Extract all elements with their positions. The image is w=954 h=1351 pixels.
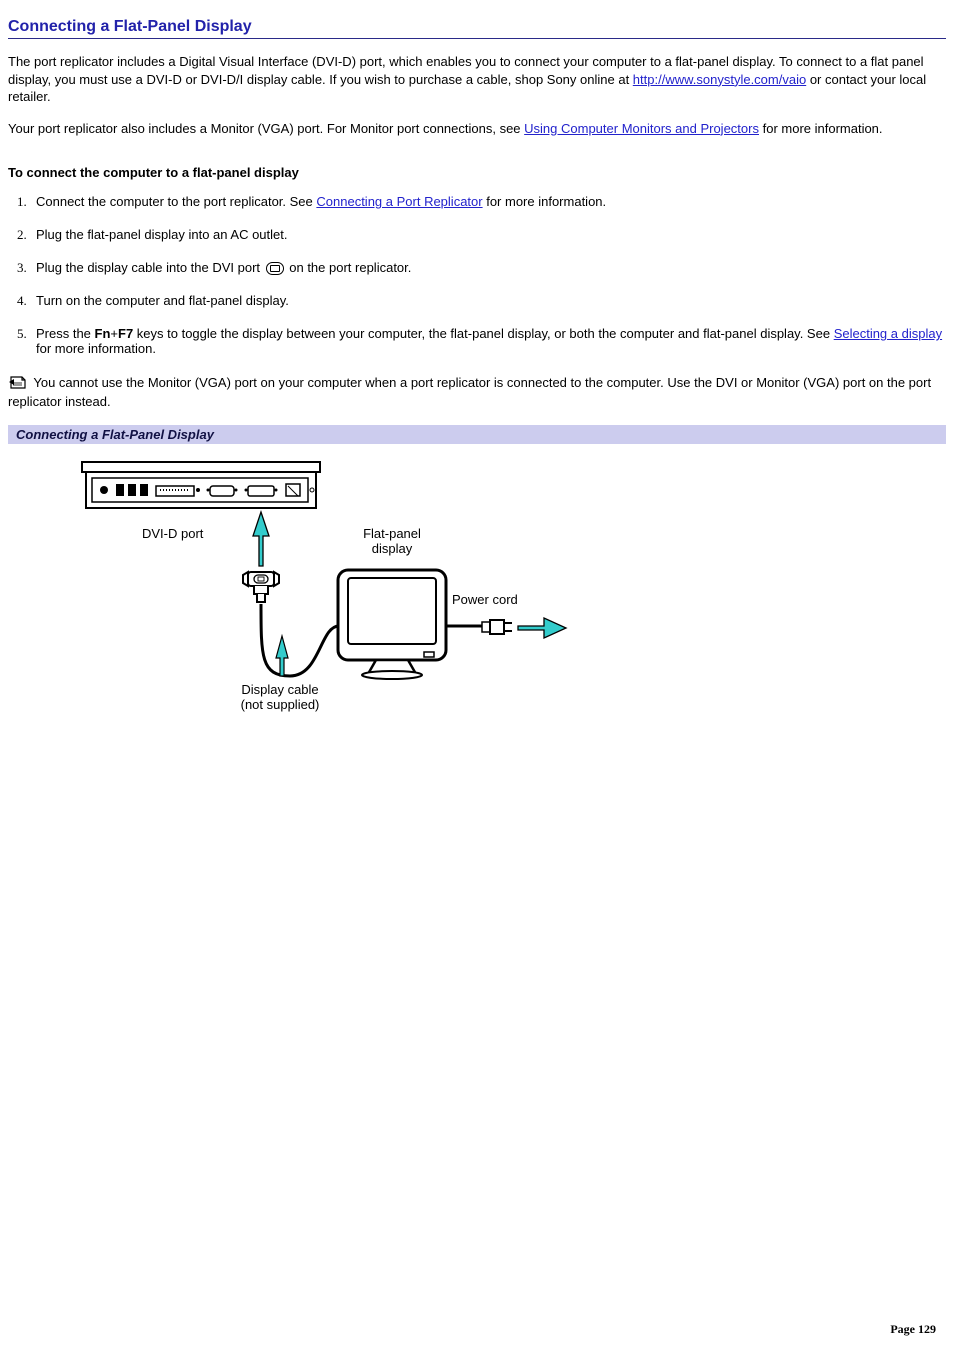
- step-3-text-a: Plug the display cable into the DVI port: [36, 260, 264, 275]
- label-power-cord: Power cord: [452, 592, 518, 608]
- section-heading: To connect the computer to a flat-panel …: [8, 165, 946, 180]
- selecting-display-link[interactable]: Selecting a display: [834, 326, 942, 341]
- plus-sign: +: [110, 326, 118, 341]
- monitors-projectors-link[interactable]: Using Computer Monitors and Projectors: [524, 121, 759, 136]
- dvi-port-icon: [266, 262, 284, 275]
- port-replicator-link[interactable]: Connecting a Port Replicator: [316, 194, 482, 209]
- step-4: Turn on the computer and flat-panel disp…: [30, 293, 946, 308]
- intro-paragraph-1: The port replicator includes a Digital V…: [8, 53, 946, 106]
- note-icon: [8, 375, 28, 394]
- page-title: Connecting a Flat-Panel Display: [8, 18, 946, 39]
- figure-caption: Connecting a Flat-Panel Display: [8, 425, 946, 444]
- step-1-text-b: for more information.: [483, 194, 607, 209]
- step-2: Plug the flat-panel display into an AC o…: [30, 227, 946, 242]
- note-text: You cannot use the Monitor (VGA) port on…: [8, 375, 931, 409]
- step-5-text-c: for more information.: [36, 341, 156, 356]
- page-number: Page 129: [890, 1322, 936, 1337]
- label-display-cable: Display cable (not supplied): [220, 682, 340, 713]
- steps-list: Connect the computer to the port replica…: [30, 194, 946, 356]
- intro-text-2a: Your port replicator also includes a Mon…: [8, 121, 524, 136]
- step-5-text-a: Press the: [36, 326, 95, 341]
- label-dvi-port: DVI-D port: [142, 526, 203, 542]
- step-5-text-b: keys to toggle the display between your …: [133, 326, 834, 341]
- f7-key: F7: [118, 326, 133, 341]
- note-paragraph: You cannot use the Monitor (VGA) port on…: [8, 374, 946, 410]
- step-1-text-a: Connect the computer to the port replica…: [36, 194, 316, 209]
- figure-connecting-display: DVI-D port Flat-panel display Power cord…: [64, 456, 584, 740]
- step-1: Connect the computer to the port replica…: [30, 194, 946, 209]
- label-flat-panel: Flat-panel display: [352, 526, 432, 557]
- step-5: Press the Fn+F7 keys to toggle the displ…: [30, 326, 946, 356]
- step-3-text-b: on the port replicator.: [286, 260, 412, 275]
- step-3: Plug the display cable into the DVI port…: [30, 260, 946, 275]
- sonystyle-link[interactable]: http://www.sonystyle.com/vaio: [633, 72, 806, 87]
- fn-key: Fn: [95, 326, 111, 341]
- intro-paragraph-2: Your port replicator also includes a Mon…: [8, 120, 946, 138]
- intro-text-2b: for more information.: [759, 121, 883, 136]
